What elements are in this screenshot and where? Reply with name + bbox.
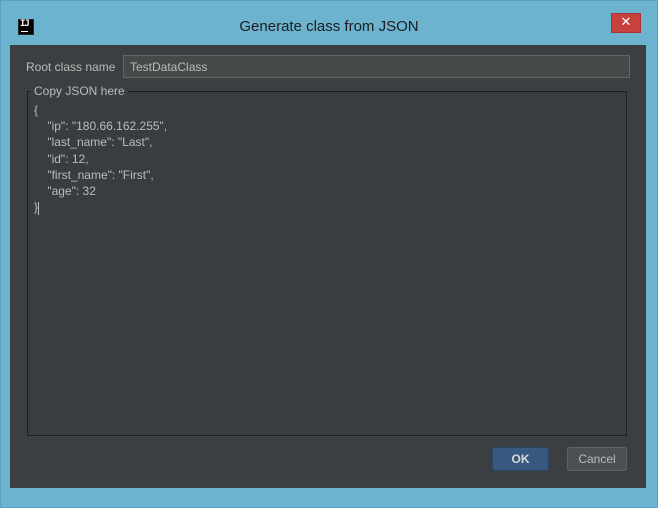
close-button[interactable]: ✕	[611, 13, 641, 33]
root-class-name-label: Root class name	[26, 60, 116, 74]
close-icon: ✕	[620, 15, 632, 30]
window-title: Generate class from JSON	[239, 18, 419, 35]
json-text-area[interactable]: { "ip": "180.66.162.255", "last_name": "…	[27, 91, 627, 436]
title-bar[interactable]: IJ Generate class from JSON ✕	[1, 1, 657, 39]
ok-button[interactable]: OK	[492, 447, 549, 471]
json-group-label: Copy JSON here	[31, 84, 128, 98]
root-class-name-input[interactable]: TestDataClass	[123, 55, 630, 78]
text-caret	[38, 202, 39, 215]
json-text-content: { "ip": "180.66.162.255", "last_name": "…	[34, 103, 168, 215]
dialog-content: Root class name TestDataClass { "ip": "1…	[10, 45, 646, 488]
cancel-button[interactable]: Cancel	[567, 447, 627, 471]
dialog-window: IJ Generate class from JSON ✕ Root class…	[0, 0, 658, 508]
